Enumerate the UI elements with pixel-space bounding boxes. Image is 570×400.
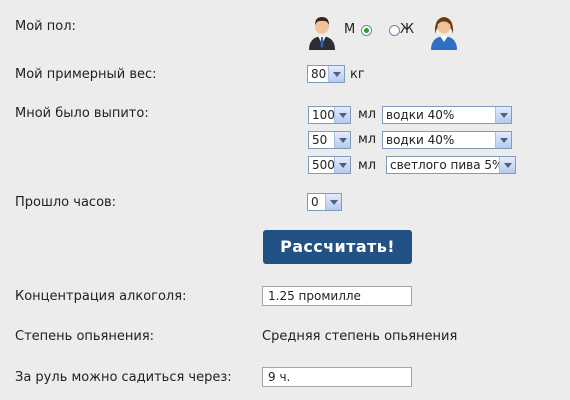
- degree-value: Средняя степень опьянения: [262, 329, 458, 344]
- calculate-button[interactable]: Рассчитать!: [263, 230, 412, 264]
- hours-label: Прошло часов:: [15, 195, 117, 210]
- weight-label: Мой примерный вес:: [15, 67, 157, 82]
- chevron-down-icon: [328, 66, 344, 82]
- chevron-down-icon: [499, 157, 515, 173]
- drink-amount-select-2[interactable]: 50: [308, 131, 351, 149]
- hours-value: 0: [311, 195, 319, 209]
- male-user-icon: [307, 14, 337, 50]
- female-option-label: Ж: [400, 22, 415, 37]
- chevron-down-icon: [495, 107, 511, 123]
- male-option-label: М: [344, 22, 356, 37]
- drink-type-value: светлого пива 5%: [390, 158, 504, 172]
- drink-amount-select-1[interactable]: 100: [308, 106, 351, 124]
- male-radio[interactable]: [361, 25, 372, 36]
- chevron-down-icon: [334, 107, 350, 123]
- drink-type-value: водки 40%: [386, 108, 455, 122]
- drink-amount-value: 50: [312, 133, 328, 147]
- drink-amount-value: 100: [312, 108, 335, 122]
- hours-select[interactable]: 0: [307, 193, 342, 211]
- chevron-down-icon: [334, 132, 350, 148]
- drink-type-value: водки 40%: [386, 133, 455, 147]
- drink-unit-label: мл: [358, 158, 377, 173]
- drive-label: За руль можно садиться через:: [15, 370, 232, 385]
- drink-type-select-2[interactable]: водки 40%: [382, 131, 512, 149]
- chevron-down-icon: [334, 157, 350, 173]
- weight-unit: кг: [350, 67, 365, 82]
- drink-type-select-3[interactable]: светлого пива 5%: [386, 156, 516, 174]
- drive-field[interactable]: 9 ч.: [262, 367, 412, 387]
- chevron-down-icon: [325, 194, 341, 210]
- female-user-icon: [429, 14, 459, 50]
- drink-unit-label: мл: [358, 132, 377, 147]
- drink-amount-value: 500: [312, 158, 335, 172]
- drink-unit-label: мл: [358, 107, 377, 122]
- concentration-label: Концентрация алкоголя:: [15, 289, 187, 304]
- gender-label: Мой пол:: [15, 19, 76, 34]
- drinks-label: Мной было выпито:: [15, 106, 149, 121]
- female-radio[interactable]: [389, 25, 400, 36]
- degree-label: Степень опьянения:: [15, 329, 155, 344]
- weight-value: 80: [311, 67, 327, 81]
- chevron-down-icon: [495, 132, 511, 148]
- drink-type-select-1[interactable]: водки 40%: [382, 106, 512, 124]
- weight-select[interactable]: 80: [307, 65, 345, 83]
- drink-amount-select-3[interactable]: 500: [308, 156, 351, 174]
- concentration-field[interactable]: 1.25 промилле: [262, 286, 412, 306]
